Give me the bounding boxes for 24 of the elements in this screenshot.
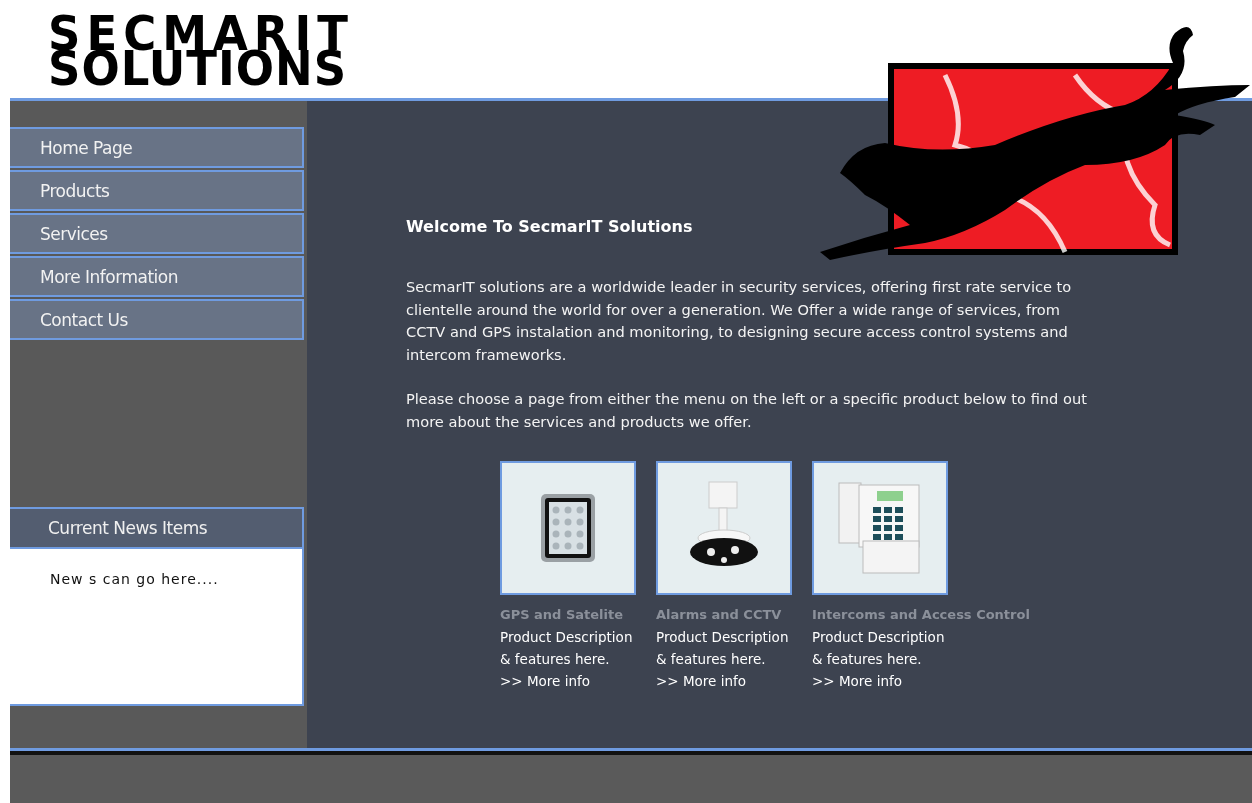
menu-item[interactable]: More Information (10, 256, 304, 297)
keypad-drawing (540, 493, 596, 563)
product-thumbnail[interactable] (656, 461, 792, 595)
more-info-link[interactable]: >> More info (500, 670, 636, 692)
welcome-title: Welcome To SecmarIT Solutions (406, 217, 694, 236)
product-thumbnail[interactable] (500, 461, 636, 595)
product-title: Alarms and CCTV (656, 607, 782, 622)
menu-item[interactable]: Products (10, 170, 304, 211)
news-title: Current News Items (10, 509, 302, 549)
menu-item[interactable]: Services (10, 213, 304, 254)
product-description: Product Description & features here. (500, 628, 634, 669)
product-description: Product Description & features here. (812, 628, 946, 669)
menu-item[interactable]: Contact Us (10, 299, 304, 340)
news-text: New s can go here.... (50, 571, 219, 587)
product-title: Intercoms and Access Control (812, 607, 1030, 622)
company-logo: SECMARIT SOLUTIONS (48, 11, 354, 87)
intro-paragraph: SecmarIT solutions are a worldwide leader in security services, offering first rate service to clientelle around the world for over a generation. We Offer a wide range of services, from CCTV and GPS instalation and monitoring, to designing secure access control systems and intercom frameworks. (406, 277, 1073, 365)
product-description: Product Description & features here. (656, 628, 790, 669)
more-info-link[interactable]: >> More info (656, 670, 792, 692)
product-title: GPS and Satelite (500, 607, 624, 622)
menu-item[interactable]: Home Page (10, 127, 304, 168)
intro-paragraph: Please choose a page from either the menu on the left or a specific product below to find out more about the services and products we offer. (406, 389, 1088, 432)
product-thumbnail[interactable] (812, 461, 948, 595)
more-info-link[interactable]: >> More info (812, 670, 948, 692)
